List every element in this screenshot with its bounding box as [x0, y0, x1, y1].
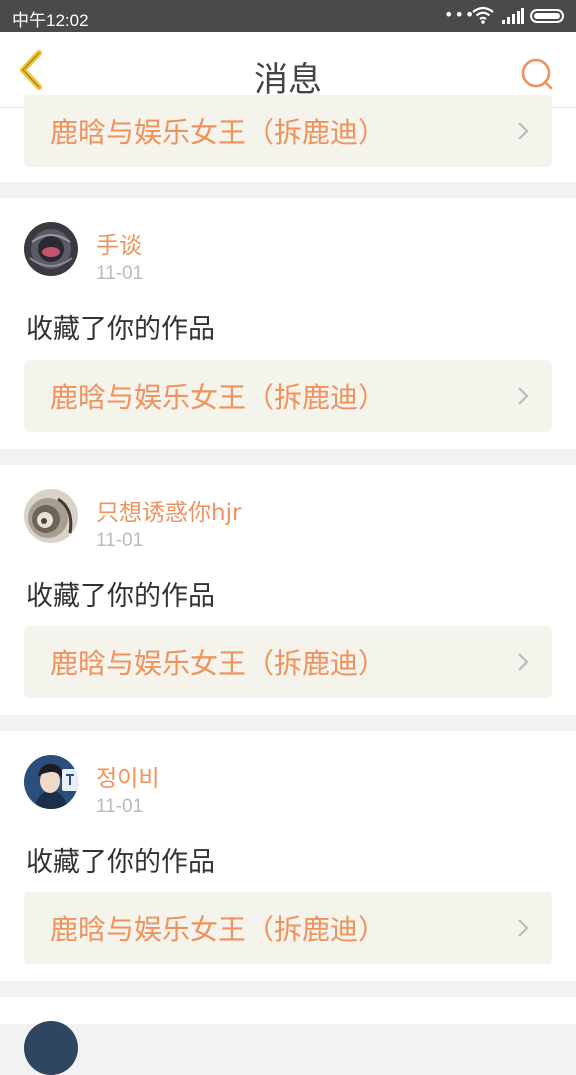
wifi-icon — [472, 6, 494, 24]
message-card: 정이비 11-01 收藏了你的作品 鹿晗与娱乐女王（拆鹿迪） — [0, 731, 576, 981]
message-card: 手谈 11-01 收藏了你的作品 鹿晗与娱乐女王（拆鹿迪） — [0, 198, 576, 449]
battery-icon — [530, 9, 564, 23]
avatar[interactable] — [24, 489, 78, 543]
avatar[interactable] — [24, 755, 78, 809]
more-dots-icon: ••• — [444, 5, 476, 24]
chevron-right-icon — [518, 653, 529, 671]
message-action: 收藏了你的作品 — [26, 581, 215, 612]
avatar[interactable] — [24, 222, 78, 276]
search-icon[interactable] — [516, 54, 556, 94]
message-date: 11-01 — [96, 263, 144, 284]
username[interactable]: 手谈 — [96, 226, 142, 260]
chevron-right-icon — [518, 919, 529, 937]
signal-icon — [502, 8, 524, 24]
work-title: 鹿晗与娱乐女王（拆鹿迪） — [50, 116, 387, 149]
work-link[interactable]: 鹿晗与娱乐女王（拆鹿迪） — [24, 95, 552, 167]
chevron-right-icon — [518, 122, 529, 140]
message-card: 鹿晗与娱乐女王（拆鹿迪） — [0, 95, 576, 182]
status-bar: 中午12:02 ••• — [0, 0, 576, 32]
username[interactable]: 정이비 — [96, 759, 159, 793]
work-link[interactable]: 鹿晗与娱乐女王（拆鹿迪） — [24, 892, 552, 964]
work-link[interactable]: 鹿晗与娱乐女王（拆鹿迪） — [24, 360, 552, 432]
message-card — [0, 997, 576, 1075]
message-card: 只想诱惑你hjr 11-01 收藏了你的作品 鹿晗与娱乐女王（拆鹿迪） — [0, 465, 576, 715]
work-link[interactable]: 鹿晗与娱乐女王（拆鹿迪） — [24, 626, 552, 698]
message-action: 收藏了你的作品 — [26, 847, 215, 878]
avatar[interactable] — [24, 1021, 78, 1075]
username[interactable]: 只想诱惑你hjr — [96, 493, 241, 527]
page-title: 消息 — [254, 60, 322, 100]
work-title: 鹿晗与娱乐女王（拆鹿迪） — [50, 647, 387, 680]
message-date: 11-01 — [96, 530, 144, 551]
message-date: 11-01 — [96, 796, 144, 817]
message-action: 收藏了你的作品 — [26, 314, 215, 345]
status-time: 中午12:02 — [12, 11, 89, 30]
chevron-right-icon — [518, 387, 529, 405]
work-title: 鹿晗与娱乐女王（拆鹿迪） — [50, 381, 387, 414]
work-title: 鹿晗与娱乐女王（拆鹿迪） — [50, 913, 387, 946]
